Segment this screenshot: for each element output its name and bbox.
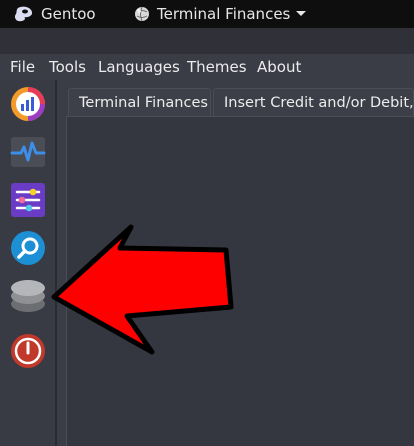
search-icon [11,231,45,265]
globe-icon [135,6,149,22]
top-panel: Gentoo Terminal Finances [0,0,414,28]
menu-themes[interactable]: Themes [187,57,247,77]
tab-label: Terminal Finances [79,95,208,111]
sidebar [0,80,55,446]
menu-tools[interactable]: Tools [49,57,86,77]
sliders-icon [11,183,45,217]
database-icon [11,280,45,312]
tab-terminal-finances[interactable]: Terminal Finances [68,88,211,116]
power-button[interactable] [9,332,47,370]
tab-content-panel [66,116,414,446]
menu-file[interactable]: File [10,57,35,77]
app-menu[interactable]: Terminal Finances [134,0,307,28]
app-label: Terminal Finances [157,5,291,23]
gentoo-logo-icon [14,6,33,22]
menu-bar: File Tools Languages Themes About [0,54,414,80]
search-button[interactable] [9,229,47,267]
activity-pulse-icon [10,137,46,167]
menu-about[interactable]: About [257,57,301,77]
chevron-down-icon[interactable] [295,10,307,18]
chart-app-button[interactable] [9,85,47,123]
settings-sliders-button[interactable] [9,181,47,219]
gentoo-menu[interactable]: Gentoo [14,0,96,28]
window-titlebar [0,28,414,54]
tab-label: Insert Credit and/or Debit, Edit [224,95,414,111]
tab-bar: Terminal Finances Insert Credit and/or D… [66,88,414,118]
tab-insert-credit-debit[interactable]: Insert Credit and/or Debit, Edit [213,88,414,116]
power-icon [11,334,45,368]
chart-app-icon [11,87,45,121]
database-button[interactable] [9,277,47,315]
os-label: Gentoo [41,5,96,23]
activity-button[interactable] [9,133,47,171]
menu-languages[interactable]: Languages [98,57,180,77]
